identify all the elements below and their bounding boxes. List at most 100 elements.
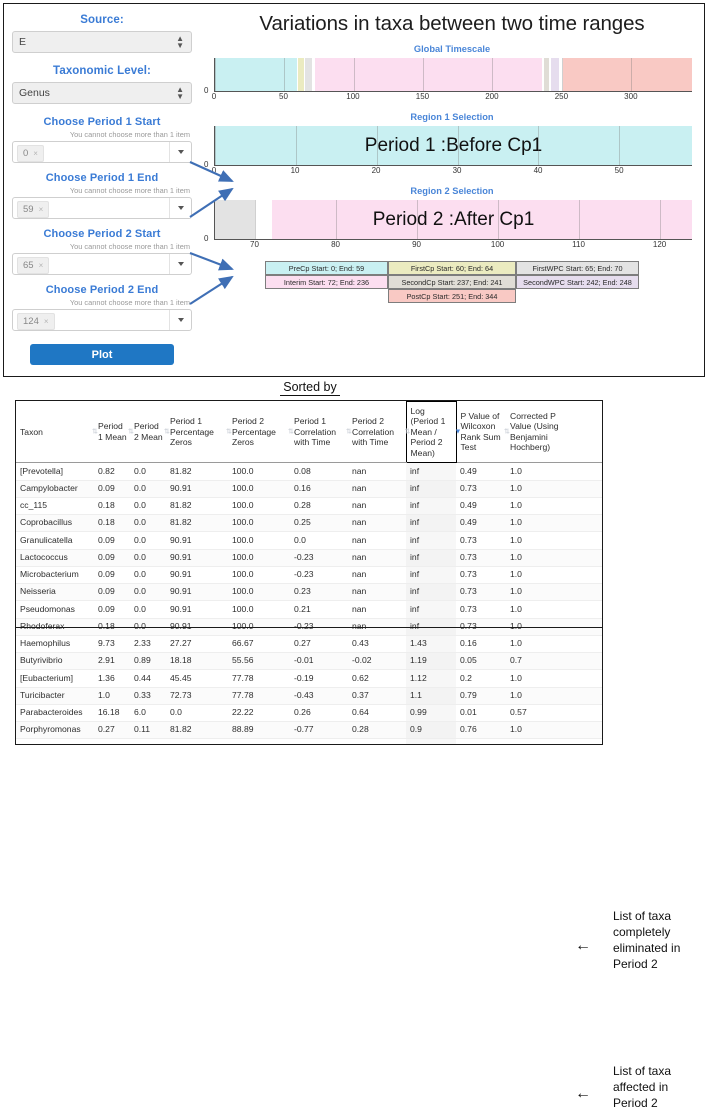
cell-value: 100.0	[228, 600, 290, 619]
gridline	[376, 126, 378, 165]
sort-toggle-icon[interactable]: ⇅	[164, 428, 170, 435]
cell-value: 1.0	[506, 531, 580, 550]
column-header-period-2-percentage-zeros[interactable]: ⇅ Period 2 Percentage Zeros	[226, 401, 290, 464]
column-header-period-2-mean[interactable]: ⇅ Period 2 Mean	[128, 401, 166, 464]
legend-item: FirstCp Start: 60; End: 64	[388, 261, 516, 275]
cell-value: 1.0	[506, 738, 580, 744]
results-table-body: [Prevotella] 0.82 0.0 81.82 100.0 0.08 nan inf 0…	[16, 462, 602, 744]
taxonomic-level-select[interactable]: Genus	[12, 82, 192, 104]
cell-value: 1.0	[506, 635, 580, 654]
plot-button[interactable]: Plot	[30, 344, 174, 365]
cell-value: inf	[406, 531, 456, 550]
table-row[interactable]: Porphyromonas 0.27 0.11 81.82 88.89 -0.77 0.28…	[16, 721, 602, 740]
sort-toggle-icon[interactable]: ▼	[455, 428, 462, 435]
chevron-down-icon[interactable]	[169, 142, 191, 162]
cell-value: 1.12	[406, 669, 456, 688]
sort-toggle-icon[interactable]: ⇅	[405, 429, 411, 436]
cell-value: 0.0	[130, 480, 166, 498]
cell-value: -0.23	[290, 549, 348, 567]
column-header-label: Period 1 Correlation with Time	[294, 416, 337, 448]
column-header-spacer	[580, 401, 602, 464]
cell-value: 0.21	[290, 600, 348, 619]
cell-value: 81.82	[166, 462, 228, 481]
period2-start-input[interactable]: 65 ×	[12, 253, 192, 275]
region1-bar-track[interactable]: Period 1 :Before Cp1	[214, 126, 692, 166]
period1-start-value: 0	[23, 148, 29, 159]
cell-value: 0.0	[290, 531, 348, 550]
cell-value: 81.82	[166, 721, 228, 740]
table-row[interactable]: cc_115 0.18 0.0 81.82 100.0 0.28 nan inf 0.49 1.0	[16, 497, 602, 516]
cell-value: 100.0	[228, 462, 290, 481]
global-bar-track[interactable]	[214, 58, 692, 92]
cell-value: nan	[348, 583, 406, 602]
sort-toggle-icon[interactable]: ⇅	[128, 428, 134, 435]
cell-value: 77.78	[228, 687, 290, 705]
chevron-down-icon[interactable]	[169, 198, 191, 218]
table-row[interactable]: Turicibacter 1.0 0.33 72.73 77.78 -0.43 0.37 1.…	[16, 687, 602, 705]
source-select-wrap[interactable]: E ▲ ▼	[12, 31, 192, 53]
table-row[interactable]: Coprobacillus 0.18 0.0 81.82 100.0 0.25 nan inf…	[16, 514, 602, 533]
remove-token-icon[interactable]: ×	[33, 149, 38, 158]
cell-value: 100.0	[228, 549, 290, 567]
cell-taxon: Lactococcus	[16, 549, 94, 567]
chevron-down-icon[interactable]	[169, 310, 191, 330]
sort-toggle-icon[interactable]: ⇅	[288, 428, 294, 435]
cell-value: 1.36	[94, 669, 130, 688]
sort-toggle-icon[interactable]: ⇅	[504, 428, 510, 435]
table-row[interactable]: [Prevotella] 0.82 0.0 81.82 100.0 0.08 nan inf 0…	[16, 462, 602, 481]
remove-token-icon[interactable]: ×	[39, 261, 44, 270]
cell-value: 0.49	[456, 497, 506, 516]
column-header-p-value-of-wilcoxon-rank-sum-test[interactable]: ▼ P Value of Wilcoxon Rank Sum Test	[455, 401, 506, 464]
cell-value: 0.73	[456, 549, 506, 567]
column-header-period-1-correlation-with-time[interactable]: ⇅ Period 1 Correlation with Time	[288, 401, 348, 464]
cell-taxon: Butyrivibrio	[16, 652, 94, 671]
table-row[interactable]: Sutterella26.0914.7827.2722.22-0.080.430…	[16, 738, 602, 744]
chevron-down-icon[interactable]	[169, 254, 191, 274]
x-tick-label: 100	[346, 92, 360, 101]
global-y-zero: 0	[204, 86, 209, 95]
period1-start-input[interactable]: 0 ×	[12, 141, 192, 163]
sort-toggle-icon[interactable]: ⇅	[346, 428, 352, 435]
sort-toggle-icon[interactable]: ⇅	[92, 428, 98, 435]
table-row[interactable]: Neisseria 0.09 0.0 90.91 100.0 0.23 nan inf 0.73…	[16, 583, 602, 602]
period1-end-input[interactable]: 59 ×	[12, 197, 192, 219]
region2-bar-track[interactable]: Period 2 :After Cp1	[214, 200, 692, 240]
cell-value: 0.82	[94, 462, 130, 481]
column-header-label: Period 2 Correlation with Time	[352, 416, 395, 448]
table-row[interactable]: Butyrivibrio 2.91 0.89 18.18 55.56 -0.01 -0.02…	[16, 652, 602, 671]
gridline	[215, 126, 216, 165]
table-row[interactable]: Pseudomonas 0.09 0.0 90.91 100.0 0.21 nan inf 0.…	[16, 600, 602, 619]
column-header-taxon[interactable]: Taxon	[16, 401, 94, 464]
source-group: Source: E ▲ ▼	[12, 14, 192, 53]
period2-end-input[interactable]: 124 ×	[12, 309, 192, 331]
column-header-period-2-correlation-with-time[interactable]: ⇅ Period 2 Correlation with Time	[346, 401, 406, 464]
cell-taxon: [Eubacterium]	[16, 669, 94, 688]
table-row[interactable]: Granulicatella 0.09 0.0 90.91 100.0 0.0 nan inf…	[16, 531, 602, 550]
sort-toggle-icon[interactable]: ⇅	[226, 428, 232, 435]
table-row[interactable]: Campylobacter 0.09 0.0 90.91 100.0 0.16 nan inf…	[16, 480, 602, 498]
gridline	[284, 58, 286, 91]
table-row[interactable]: Lactococcus 0.09 0.0 90.91 100.0 -0.23 nan inf 0…	[16, 549, 602, 567]
column-header-period-1-percentage-zeros[interactable]: ⇅ Period 1 Percentage Zeros	[164, 401, 228, 464]
column-header-corrected-p-value-using-benjamini-hochberg[interactable]: ⇅ Corrected P Value (Using Benjamini Hoch…	[504, 401, 580, 464]
cell-value: 2.91	[94, 652, 130, 671]
table-row[interactable]: [Eubacterium] 1.36 0.44 45.45 77.78 -0.19 0.62…	[16, 669, 602, 688]
cell-value: 0.28	[290, 497, 348, 516]
remove-token-icon[interactable]: ×	[39, 205, 44, 214]
cell-value: 81.82	[166, 514, 228, 533]
column-header-log-period-1-mean-period-2-mean[interactable]: ⇅ Log (Period 1 Mean / Period 2 Mean)	[405, 401, 457, 464]
cell-value: 0.01	[456, 704, 506, 723]
table-row[interactable]: Microbacterium 0.09 0.0 90.91 100.0 -0.23 nan i…	[16, 566, 602, 585]
source-select[interactable]: E	[12, 31, 192, 53]
cell-value: nan	[348, 497, 406, 516]
taxonomic-select-wrap[interactable]: Genus ▲ ▼	[12, 82, 192, 104]
remove-token-icon[interactable]: ×	[44, 317, 49, 326]
cell-value: inf	[406, 462, 456, 481]
cell-value: nan	[348, 549, 406, 567]
x-tick-label: 30	[452, 166, 462, 175]
table-row[interactable]: Parabacteroides 16.18 6.0 0.0 22.22 0.26 0.64 0…	[16, 704, 602, 723]
cell-value: 90.91	[166, 600, 228, 619]
column-header-period-1-mean[interactable]: ⇅ Period 1 Mean	[92, 401, 130, 464]
table-row[interactable]: Haemophilus 9.73 2.33 27.27 66.67 0.27 0.43 1.4…	[16, 635, 602, 654]
cell-value: 90.91	[166, 531, 228, 550]
